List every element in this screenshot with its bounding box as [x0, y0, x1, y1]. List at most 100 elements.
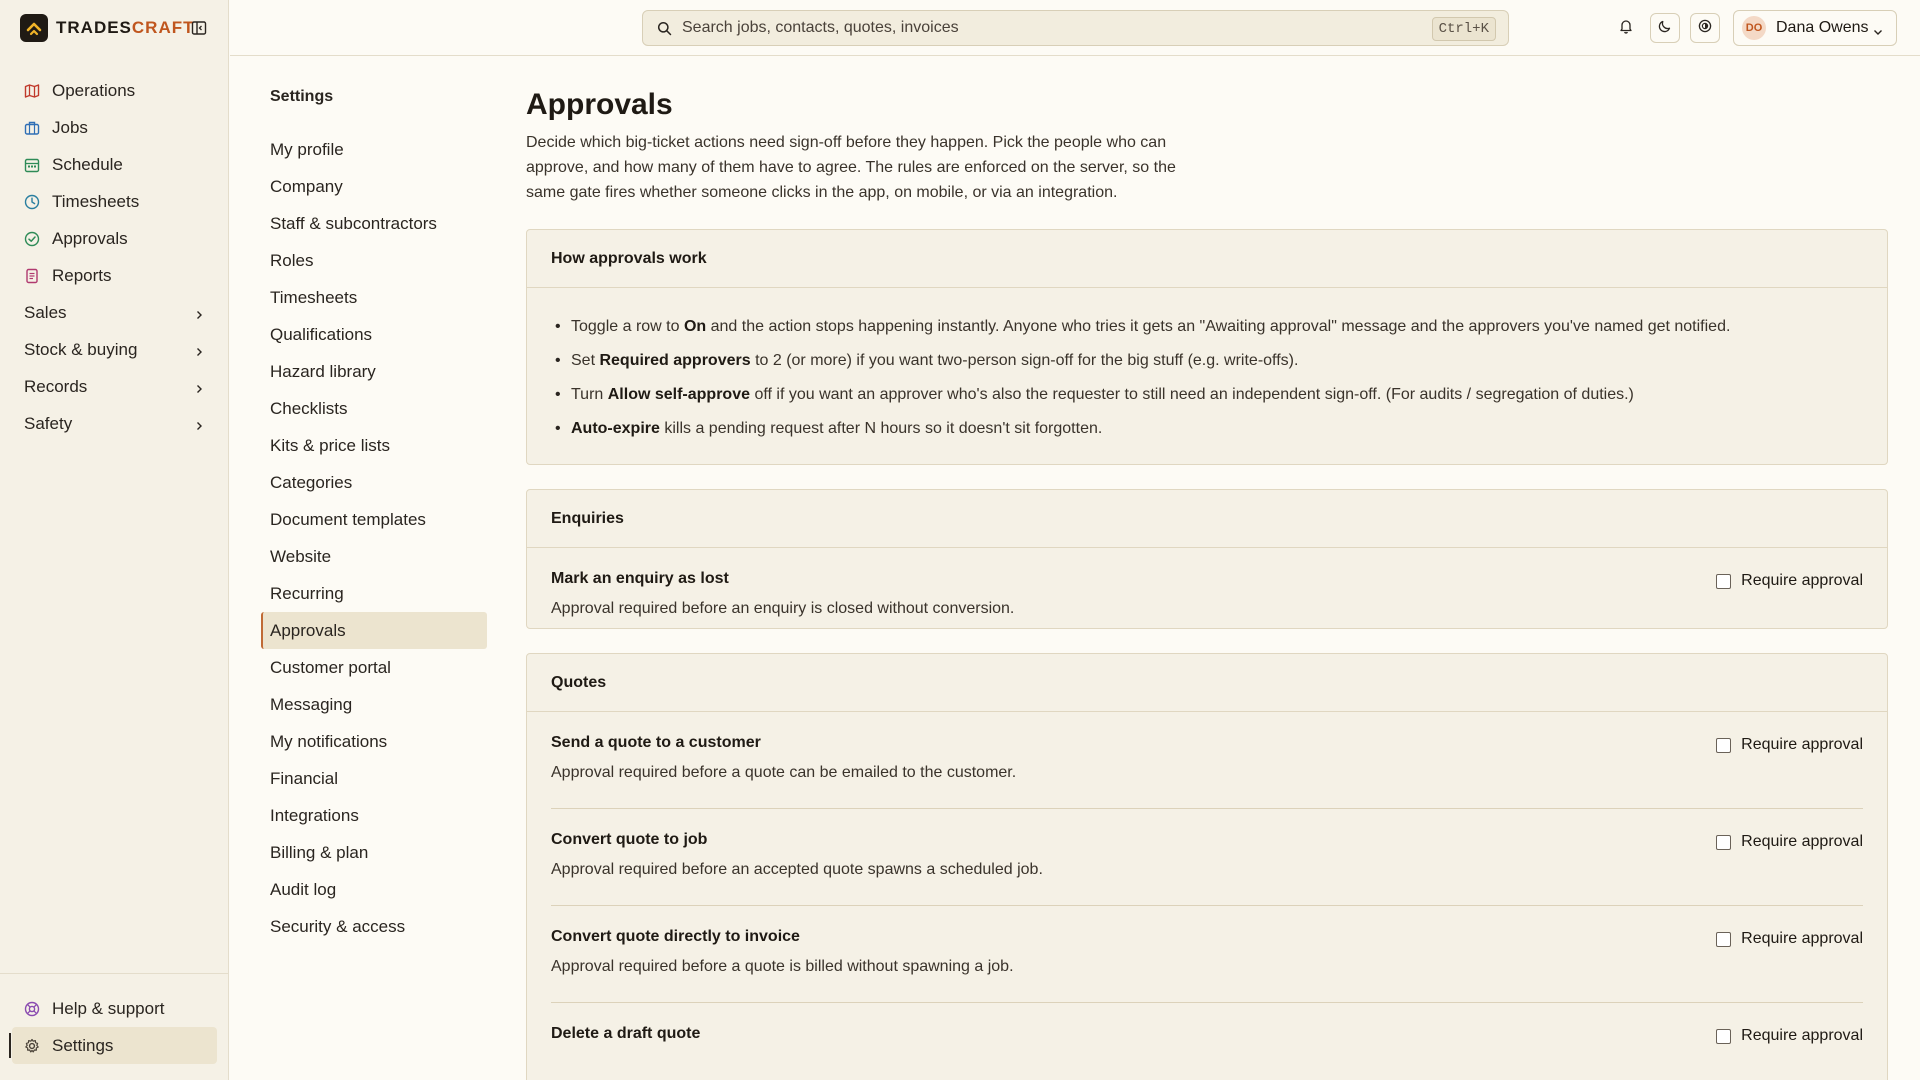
- require-approval-toggle[interactable]: Require approval: [1716, 1027, 1863, 1045]
- settings-nav-item-audit-log[interactable]: Audit log: [261, 871, 487, 908]
- nav-group-records[interactable]: Records: [12, 368, 217, 405]
- require-approval-toggle[interactable]: Require approval: [1716, 833, 1863, 851]
- nav-group-label: Sales: [24, 302, 67, 322]
- card-title: Quotes: [527, 654, 1887, 712]
- nav-item-operations[interactable]: Operations: [12, 72, 217, 109]
- settings-nav-item-security-access[interactable]: Security & access: [261, 908, 487, 945]
- require-approval-checkbox[interactable]: [1716, 573, 1732, 589]
- page-description: Decide which big-ticket actions need sig…: [526, 134, 1176, 201]
- settings-nav-item-company[interactable]: Company: [261, 168, 487, 205]
- settings-nav-item-customer-portal[interactable]: Customer portal: [261, 649, 487, 686]
- require-approval-toggle[interactable]: Require approval: [1716, 572, 1863, 590]
- settings-nav-item-kits-price-lists[interactable]: Kits & price lists: [261, 427, 487, 464]
- settings-nav-item-website[interactable]: Website: [261, 538, 487, 575]
- moon-icon: [1657, 18, 1673, 39]
- nav-item-settings[interactable]: Settings: [9, 1027, 217, 1064]
- notifications-button[interactable]: [1611, 13, 1641, 43]
- brand[interactable]: TRADESCRAFT: [20, 14, 195, 42]
- settings-nav-item-document-templates[interactable]: Document templates: [261, 501, 487, 538]
- chevron-right-icon: [193, 417, 205, 430]
- clock-icon: [24, 194, 40, 210]
- sidebar-footer: Help & support Settings: [0, 973, 229, 1080]
- gear-icon: [24, 1038, 40, 1054]
- chevron-right-icon: [193, 343, 205, 356]
- nav-label: Schedule: [52, 154, 123, 174]
- primary-nav: Operations Jobs Schedule Timesheets Appr…: [12, 72, 217, 442]
- theme-toggle-button[interactable]: [1650, 13, 1680, 43]
- require-approval-toggle[interactable]: Require approval: [1716, 930, 1863, 948]
- rule-title: Mark an enquiry as lost: [551, 570, 729, 587]
- nav-item-help-support[interactable]: Help & support: [12, 990, 217, 1027]
- settings-nav-item-roles[interactable]: Roles: [261, 242, 487, 279]
- brand-logo-icon: [20, 14, 48, 42]
- settings-nav-item-financial[interactable]: Financial: [261, 760, 487, 797]
- nav-item-timesheets[interactable]: Timesheets: [12, 183, 217, 220]
- document-icon: [24, 268, 40, 284]
- user-menu-button[interactable]: DO Dana Owens: [1733, 10, 1897, 46]
- chevron-down-icon: [1872, 23, 1884, 35]
- card-title: Enquiries: [527, 490, 1887, 548]
- check-circle-icon: [24, 231, 40, 247]
- collapse-sidebar-icon[interactable]: [191, 20, 207, 36]
- quotes-card: Quotes Send a quote to a customer Approv…: [526, 653, 1888, 1080]
- require-approval-checkbox[interactable]: [1716, 931, 1732, 947]
- rule-title: Send a quote to a customer: [551, 734, 761, 751]
- settings-nav: Settings My profile Company Staff & subcon…: [261, 88, 487, 945]
- nav-item-schedule[interactable]: Schedule: [12, 146, 217, 183]
- settings-nav-item-messaging[interactable]: Messaging: [261, 686, 487, 723]
- require-approval-checkbox[interactable]: [1716, 1028, 1732, 1044]
- nav-label: Help & support: [52, 998, 165, 1018]
- settings-nav-item-my-notifications[interactable]: My notifications: [261, 723, 487, 760]
- approval-rule-row: Send a quote to a customer Approval requ…: [527, 712, 1887, 809]
- nav-label: Approvals: [52, 228, 128, 248]
- nav-group-label: Stock & buying: [24, 339, 138, 359]
- page-title: Approvals: [526, 88, 673, 121]
- nav-group-stock-buying[interactable]: Stock & buying: [12, 331, 217, 368]
- nav-label: Jobs: [52, 117, 88, 137]
- chevron-right-icon: [193, 380, 205, 393]
- how-approvals-card: How approvals work Toggle a row to On an…: [526, 229, 1888, 465]
- settings-nav-item-recurring[interactable]: Recurring: [261, 575, 487, 612]
- chevron-right-icon: [193, 306, 205, 319]
- require-approval-checkbox[interactable]: [1716, 737, 1732, 753]
- nav-item-reports[interactable]: Reports: [12, 257, 217, 294]
- settings-nav-item-integrations[interactable]: Integrations: [261, 797, 487, 834]
- settings-nav-item-approvals[interactable]: Approvals: [261, 612, 487, 649]
- approval-rule-row: Convert quote to job Approval required b…: [527, 809, 1887, 906]
- nav-group-label: Records: [24, 376, 88, 396]
- list-item: Turn Allow self-approve off if you want …: [555, 378, 1863, 412]
- contrast-button[interactable]: [1690, 13, 1720, 43]
- settings-nav-item-staff-subcontractors[interactable]: Staff & subcontractors: [261, 205, 487, 242]
- topbar: Ctrl+K DO Dana Owens: [230, 0, 1920, 56]
- nav-group-safety[interactable]: Safety: [12, 405, 217, 442]
- settings-nav-item-categories[interactable]: Categories: [261, 464, 487, 501]
- list-item: Auto-expire kills a pending request afte…: [555, 412, 1863, 446]
- bell-icon: [1618, 18, 1634, 39]
- nav-group-sales[interactable]: Sales: [12, 294, 217, 331]
- settings-nav-item-my-profile[interactable]: My profile: [261, 131, 487, 168]
- settings-nav-item-checklists[interactable]: Checklists: [261, 390, 487, 427]
- settings-nav-item-hazard-library[interactable]: Hazard library: [261, 353, 487, 390]
- lifebuoy-icon: [24, 1001, 40, 1017]
- settings-nav-item-billing-plan[interactable]: Billing & plan: [261, 834, 487, 871]
- enquiries-card: Enquiries Mark an enquiry as lost Approv…: [526, 489, 1888, 629]
- calendar-icon: [24, 157, 40, 173]
- list-item: Set Required approvers to 2 (or more) if…: [555, 344, 1863, 378]
- global-search[interactable]: Ctrl+K: [642, 10, 1509, 46]
- settings-nav-title: Settings: [270, 88, 334, 105]
- settings-nav-item-timesheets[interactable]: Timesheets: [261, 279, 487, 316]
- approval-rule-row: Convert quote directly to invoice Approv…: [527, 906, 1887, 1003]
- search-input[interactable]: [682, 19, 1402, 37]
- require-approval-checkbox[interactable]: [1716, 834, 1732, 850]
- settings-nav-item-qualifications[interactable]: Qualifications: [261, 316, 487, 353]
- require-approval-toggle[interactable]: Require approval: [1716, 736, 1863, 754]
- approval-rule-row: Delete a draft quote Require approval: [527, 1003, 1887, 1080]
- nav-item-jobs[interactable]: Jobs: [12, 109, 217, 146]
- card-title: How approvals work: [527, 230, 1887, 288]
- nav-item-approvals[interactable]: Approvals: [12, 220, 217, 257]
- main-content: Approvals Decide which big-ticket action…: [526, 88, 1888, 1080]
- briefcase-icon: [24, 120, 40, 136]
- rule-title: Convert quote directly to invoice: [551, 928, 800, 945]
- how-approvals-list: Toggle a row to On and the action stops …: [527, 288, 1887, 464]
- rule-description: Approval required before an enquiry is c…: [551, 600, 1015, 617]
